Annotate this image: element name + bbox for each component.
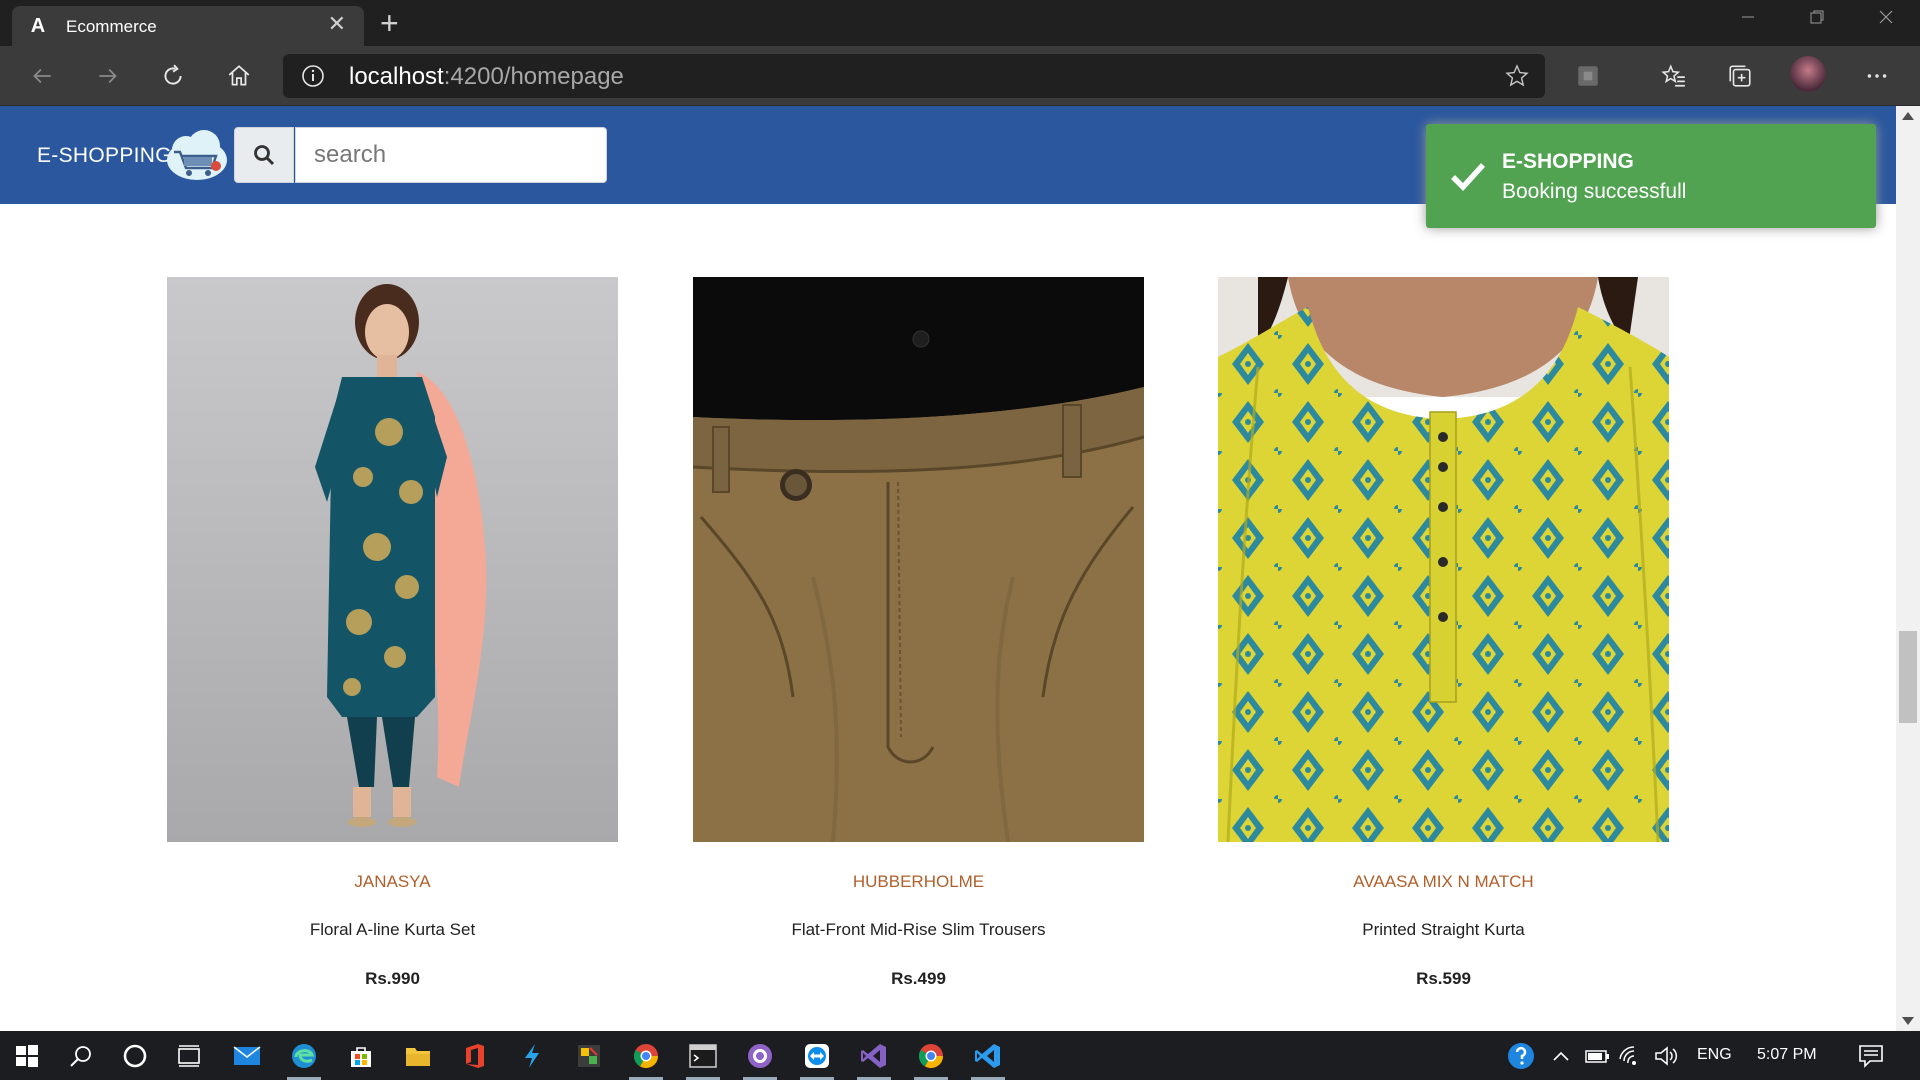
product-brand: AVAASA MIX N MATCH [1353, 872, 1534, 891]
url-host: localhost [349, 63, 444, 90]
product-name: Flat-Front Mid-Rise Slim Trousers [791, 920, 1046, 939]
product-image[interactable] [693, 277, 1144, 842]
edge-browser-icon[interactable] [281, 1037, 327, 1080]
product-brand: HUBBERHOLME [852, 872, 985, 891]
forward-arrow-icon[interactable] [88, 56, 128, 96]
product-image[interactable] [1218, 277, 1669, 842]
scroll-down-arrow-icon[interactable] [1902, 1017, 1914, 1025]
angular-favicon-icon: A [30, 15, 46, 37]
product-card[interactable]: JANASYA Floral A-line Kurta Set Rs.990 [167, 277, 618, 989]
new-tab-button[interactable]: + [380, 6, 399, 40]
search-button[interactable] [234, 127, 294, 183]
search-icon[interactable] [58, 1037, 104, 1075]
product-name: Floral A-line Kurta Set [309, 920, 476, 939]
toast-message: Booking successfull [1502, 180, 1687, 203]
app-bolt-icon[interactable] [509, 1037, 555, 1075]
brand-link[interactable]: E-SHOPPING [37, 144, 172, 168]
url-text[interactable]: localhost:4200/homepage [349, 63, 624, 91]
profile-avatar[interactable] [1790, 56, 1826, 92]
favorites-icon[interactable] [1654, 56, 1694, 96]
minimize-icon[interactable] [1728, 4, 1768, 34]
home-icon[interactable] [219, 56, 259, 96]
product-image[interactable] [167, 277, 618, 842]
favorite-star-icon[interactable] [1505, 64, 1529, 88]
search-input[interactable] [295, 127, 607, 183]
product-card[interactable]: AVAASA MIX N MATCH Printed Straight Kurt… [1218, 277, 1669, 989]
product-brand: JANASYA [354, 872, 431, 891]
restore-icon[interactable] [1797, 4, 1837, 34]
browser-tab-active[interactable]: A Ecommerce ✕ [12, 6, 364, 46]
collections-icon[interactable] [1720, 56, 1760, 96]
store-icon[interactable] [338, 1037, 384, 1075]
extension-icon[interactable] [1568, 56, 1608, 96]
close-window-icon[interactable] [1866, 4, 1906, 34]
windows-start-icon[interactable] [4, 1037, 50, 1075]
app-circle-icon[interactable] [737, 1037, 783, 1080]
chrome-icon[interactable] [623, 1037, 669, 1080]
product-name: Printed Straight Kurta [1362, 920, 1525, 939]
tab-close-icon[interactable]: ✕ [328, 12, 346, 36]
url-path: :4200/homepage [443, 63, 624, 90]
visual-studio-icon[interactable] [851, 1037, 897, 1080]
refresh-icon[interactable] [153, 56, 193, 96]
product-price: Rs.990 [365, 969, 420, 988]
notifications-icon[interactable] [1848, 1037, 1894, 1075]
taskbar-clock[interactable]: 5:07 PM [1757, 1046, 1817, 1064]
office-icon[interactable] [452, 1037, 498, 1075]
app-tool-icon[interactable] [566, 1037, 612, 1075]
windows-taskbar: ENG 5:07 PM [0, 1031, 1920, 1080]
tab-title: Ecommerce [66, 17, 157, 36]
more-menu-icon[interactable] [1857, 56, 1897, 96]
teamviewer-icon[interactable] [794, 1037, 840, 1080]
terminal-icon[interactable] [680, 1037, 726, 1080]
browser-toolbar: localhost:4200/homepage [0, 46, 1920, 106]
search-icon [254, 145, 275, 166]
scroll-thumb[interactable] [1899, 631, 1917, 723]
volume-icon[interactable] [1644, 1037, 1690, 1075]
site-info-icon[interactable] [301, 64, 325, 88]
cloud-cart-logo-icon[interactable] [164, 126, 230, 184]
chrome-icon[interactable] [908, 1037, 954, 1080]
address-bar[interactable]: localhost:4200/homepage [283, 54, 1545, 98]
toast-title: E-SHOPPING [1502, 150, 1634, 173]
scroll-up-arrow-icon[interactable] [1902, 112, 1914, 120]
browser-titlebar: A Ecommerce ✕ + [0, 0, 1920, 46]
success-toast[interactable]: E-SHOPPING Booking successfull [1426, 124, 1876, 228]
checkmark-icon [1451, 163, 1486, 191]
cortana-icon[interactable] [112, 1037, 158, 1075]
product-card[interactable]: HUBBERHOLME Flat-Front Mid-Rise Slim Tro… [693, 277, 1144, 989]
file-explorer-icon[interactable] [395, 1037, 441, 1075]
language-indicator[interactable]: ENG [1697, 1046, 1732, 1064]
back-arrow-icon[interactable] [22, 56, 62, 96]
page-scrollbar[interactable] [1896, 106, 1920, 1031]
vscode-icon[interactable] [965, 1037, 1011, 1080]
task-view-icon[interactable] [166, 1037, 212, 1075]
product-price: Rs.599 [1416, 969, 1471, 988]
mail-icon[interactable] [224, 1037, 270, 1075]
product-price: Rs.499 [891, 969, 946, 988]
